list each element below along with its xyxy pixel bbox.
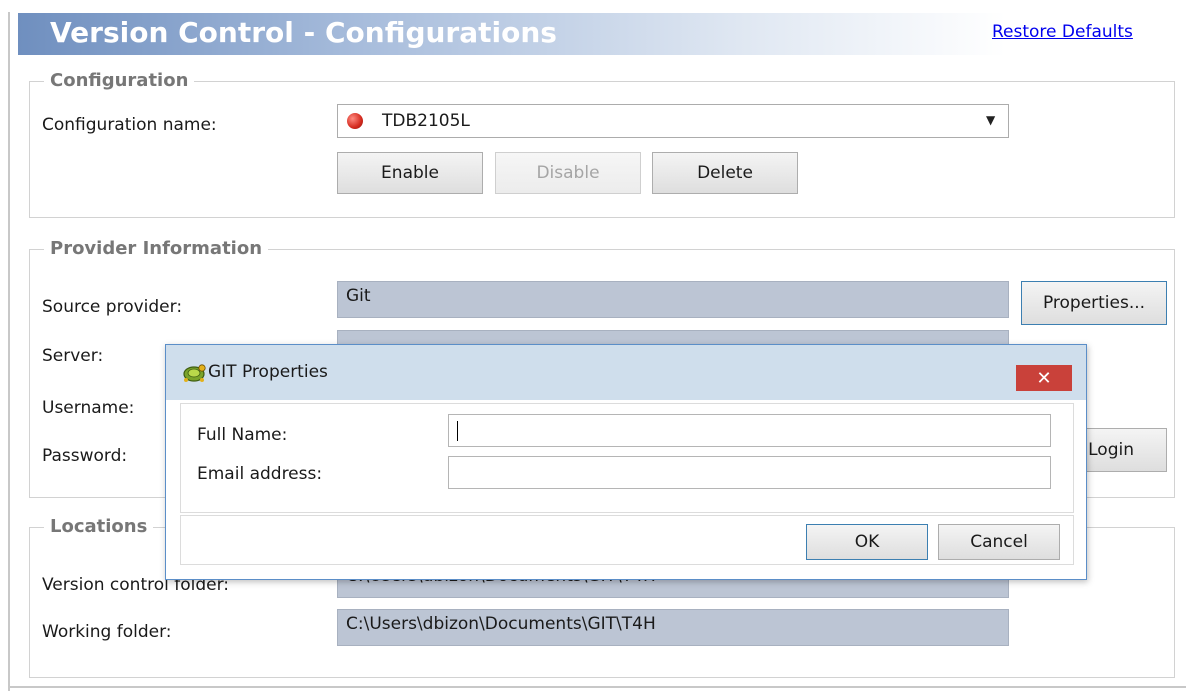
configuration-name-label: Configuration name: — [42, 115, 217, 135]
chevron-down-icon[interactable]: ▼ — [986, 113, 995, 127]
configuration-legend: Configuration — [44, 70, 195, 92]
restore-defaults-link[interactable]: Restore Defaults — [992, 22, 1133, 42]
dialog-content-panel: Full Name: Email address: — [180, 403, 1074, 513]
dialog-title-bar[interactable]: GIT Properties ✕ — [166, 345, 1086, 400]
working-folder-label: Working folder: — [42, 622, 172, 642]
status-dot-icon — [347, 113, 363, 129]
enable-button[interactable]: Enable — [337, 152, 483, 194]
provider-legend: Provider Information — [44, 238, 269, 260]
window-frame-left — [8, 12, 10, 691]
email-address-label: Email address: — [197, 464, 323, 484]
git-properties-dialog: GIT Properties ✕ Full Name: Email addres… — [165, 344, 1087, 580]
page-title: Version Control - Configurations — [50, 16, 557, 49]
password-label: Password: — [42, 446, 128, 466]
tortoise-icon — [182, 361, 206, 383]
delete-button[interactable]: Delete — [652, 152, 798, 194]
locations-legend: Locations — [44, 516, 154, 538]
full-name-input[interactable] — [448, 414, 1051, 447]
server-label: Server: — [42, 346, 104, 366]
full-name-label: Full Name: — [197, 425, 288, 445]
source-provider-field: Git — [337, 281, 1009, 318]
username-label: Username: — [42, 398, 135, 418]
email-address-input[interactable] — [448, 456, 1051, 489]
source-provider-label: Source provider: — [42, 297, 183, 317]
disable-button[interactable]: Disable — [495, 152, 641, 194]
dialog-button-panel: OK Cancel — [180, 515, 1074, 565]
text-cursor — [457, 421, 458, 441]
window-frame-bottom — [8, 686, 1186, 688]
configuration-group — [29, 81, 1175, 218]
cancel-button[interactable]: Cancel — [938, 524, 1060, 560]
ok-button[interactable]: OK — [806, 524, 928, 560]
dialog-title: GIT Properties — [208, 362, 328, 382]
configuration-name-combo[interactable]: TDB2105L ▼ — [337, 104, 1009, 138]
working-folder-field[interactable]: C:\Users\dbizon\Documents\GIT\T4H — [337, 609, 1009, 646]
configuration-selected-value: TDB2105L — [382, 111, 470, 131]
close-icon[interactable]: ✕ — [1016, 365, 1072, 391]
properties-button[interactable]: Properties... — [1021, 281, 1167, 325]
